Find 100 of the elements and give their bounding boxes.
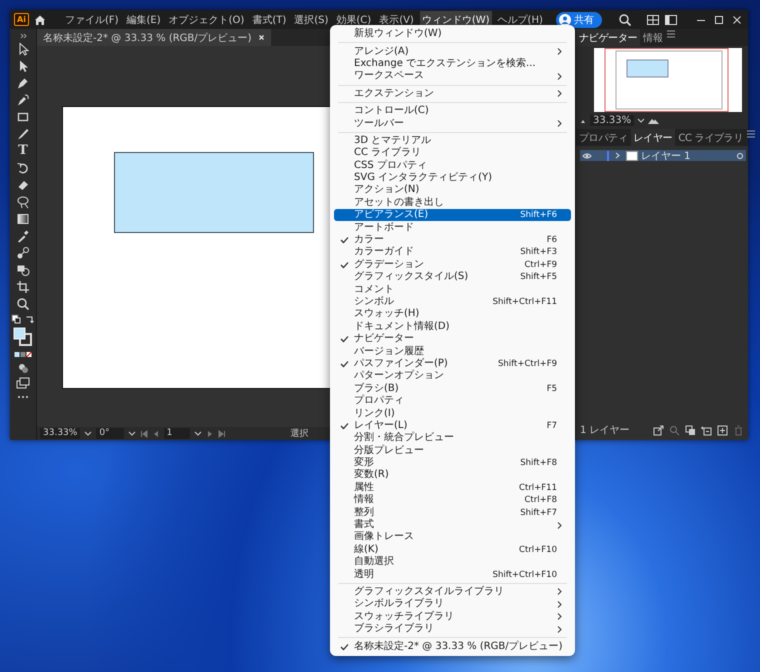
menu-item[interactable]: 分割・統合プレビュー (334, 432, 571, 444)
menu-bar-item[interactable]: 書式(T) (250, 10, 288, 28)
menu-item[interactable]: グラデーション Ctrl+F9 (334, 258, 571, 272)
menu-item[interactable]: ワークスペース (334, 70, 571, 83)
menu-item[interactable]: スウォッチライブラリ (334, 610, 571, 623)
panel-tab[interactable]: レイヤー (630, 129, 676, 146)
menu-item[interactable]: 情報 Ctrl+F8 (334, 494, 571, 506)
rotation-field[interactable]: 0° (96, 428, 124, 439)
menu-item[interactable]: アクション(N) (334, 184, 571, 197)
menu-item[interactable]: シンボル Shift+Ctrl+F11 (334, 296, 571, 308)
screen-mode-icon[interactable] (16, 377, 30, 391)
menu-item[interactable]: スウォッチ(H) (334, 308, 571, 321)
search-icon[interactable] (618, 12, 632, 26)
drawing-mode-icon[interactable] (17, 362, 29, 374)
menu-item[interactable]: 名称未設定-2* @ 33.33 % (RGB/プレビュー) (334, 640, 571, 653)
navigator-zoom-field[interactable]: 33.33% (590, 115, 634, 126)
menu-item[interactable]: 透明 Shift+Ctrl+F10 (334, 568, 571, 581)
menu-item[interactable]: 分版プレビュー (334, 444, 571, 457)
panel-tab[interactable]: CC ライブラリ (675, 129, 746, 146)
eye-icon[interactable] (582, 152, 592, 160)
menu-bar-item[interactable]: オブジェクト(O) (166, 10, 246, 28)
rectangle-icon[interactable] (16, 110, 30, 124)
menu-item[interactable]: グラフィックスタイル(S) Shift+F5 (334, 271, 571, 284)
panel-tab[interactable]: 情報 (640, 29, 666, 46)
panel-layout-icon[interactable] (664, 12, 678, 26)
document-tab[interactable]: 名称未設定-2* @ 33.33 % (RGB/プレビュー) (37, 29, 271, 46)
swap-arrow-icon[interactable] (25, 314, 35, 324)
add-sublayer-icon[interactable] (701, 424, 712, 436)
menu-bar-item[interactable]: ヘルプ(H) (496, 10, 545, 28)
menu-item[interactable]: コントロール(C) (334, 104, 571, 118)
menu-item[interactable]: アセットの書き出し (334, 196, 571, 210)
last-page-icon[interactable] (218, 430, 226, 438)
menu-item[interactable]: エクステンション (334, 88, 571, 100)
menu-item[interactable]: 自動選択 (334, 556, 571, 568)
menu-item[interactable]: 変数(R) (334, 469, 571, 482)
menu-item[interactable]: グラフィックスタイルライブラリ (334, 586, 571, 598)
caret-icon[interactable] (84, 430, 92, 437)
menu-item[interactable]: シンボルライブラリ (334, 598, 571, 611)
overlap-squares-icon[interactable] (685, 424, 696, 436)
menu-item[interactable]: プロパティ (334, 394, 571, 408)
menu-item[interactable]: Exchange でエクステンションを検索... (334, 58, 571, 70)
curved-pen-icon[interactable] (16, 93, 30, 107)
caret-icon[interactable] (637, 117, 646, 124)
zoom-field[interactable]: 33.33% (40, 428, 80, 439)
overlapping-shapes-icon[interactable] (16, 263, 30, 277)
menu-item[interactable]: 3D とマテリアル (334, 134, 571, 148)
brush-icon[interactable] (16, 127, 30, 141)
menu-item[interactable]: CC ライブラリ (334, 147, 571, 160)
menu-item[interactable]: ツールバー (334, 117, 571, 130)
menu-item[interactable]: カラー F6 (334, 234, 571, 246)
panel-menu-icon[interactable] (746, 129, 756, 139)
menu-bar-item[interactable]: 編集(E) (124, 10, 163, 28)
more-icon[interactable] (17, 394, 29, 400)
double-chevron-icon[interactable] (18, 33, 28, 39)
expand-chevron-icon[interactable] (614, 152, 621, 159)
menu-item[interactable]: 画像トレース (334, 531, 571, 544)
menu-item[interactable]: アレンジ(A) (334, 45, 571, 58)
menu-bar-item[interactable]: 選択(S) (292, 10, 330, 28)
menu-item[interactable]: 書式 (334, 518, 571, 532)
previous-page-icon[interactable] (152, 430, 160, 438)
menu-item[interactable]: アピアランス(E) Shift+F6 (334, 209, 571, 222)
menu-bar-item[interactable]: 表示(V) (377, 10, 416, 28)
page-field[interactable]: 1 (164, 428, 190, 439)
layer-row[interactable]: レイヤー 1 (580, 150, 746, 161)
home-icon[interactable] (32, 12, 47, 26)
panel-menu-icon[interactable] (666, 29, 676, 39)
default-colors-icon[interactable] (11, 314, 21, 324)
menu-item[interactable]: 線(K) Ctrl+F10 (334, 544, 571, 556)
zoom-in-mountain-icon[interactable] (648, 116, 660, 124)
pen-icon[interactable] (16, 76, 30, 90)
caret-icon[interactable] (128, 430, 136, 437)
type-tool[interactable]: T (18, 144, 28, 158)
menu-item[interactable]: アートボード (334, 221, 571, 234)
plus-square-icon[interactable] (717, 424, 728, 436)
next-page-icon[interactable] (206, 430, 214, 438)
menu-item[interactable]: 整列 Shift+F7 (334, 506, 571, 519)
menu-item[interactable]: ドキュメント情報(D) (334, 320, 571, 333)
menu-item[interactable]: ブラシ(B) F5 (334, 382, 571, 395)
grid-layout-icon[interactable] (646, 12, 660, 26)
menu-item[interactable]: 新規ウィンドウ(W) (334, 28, 571, 40)
menu-item[interactable]: カラーガイド Shift+F3 (334, 246, 571, 259)
menu-item[interactable]: パスファインダー(P) Shift+Ctrl+F9 (334, 358, 571, 370)
eyedropper-icon[interactable] (16, 229, 30, 243)
magnifier-icon[interactable] (16, 297, 30, 311)
lasso-icon[interactable] (16, 195, 30, 209)
menu-item[interactable]: コメント (334, 283, 571, 296)
menu-item[interactable]: SVG インタラクティビティ(Y) (334, 172, 571, 184)
eraser-icon[interactable] (16, 178, 30, 192)
color-mode-icon[interactable] (14, 350, 32, 359)
menu-item[interactable]: 変形 Shift+F8 (334, 456, 571, 470)
caret-icon[interactable] (194, 430, 202, 437)
blend-icon[interactable] (16, 246, 30, 260)
share-button[interactable]: 共有 (556, 12, 602, 28)
menu-item[interactable]: パターンオプション (334, 370, 571, 383)
fill-stroke-swatch[interactable] (13, 327, 33, 347)
menu-item[interactable]: 属性 Ctrl+F11 (334, 482, 571, 494)
menu-item[interactable]: CSS プロパティ (334, 160, 571, 172)
panel-tab[interactable]: ナビゲーター (576, 29, 640, 46)
menu-item[interactable]: リンク(I) (334, 407, 571, 420)
close-icon[interactable] (258, 34, 265, 41)
